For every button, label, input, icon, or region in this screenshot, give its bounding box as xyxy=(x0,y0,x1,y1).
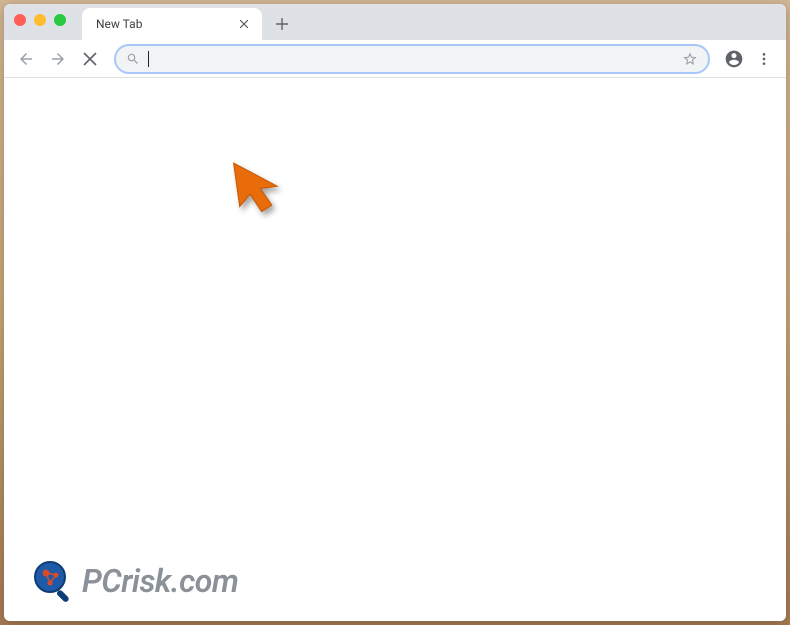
address-bar[interactable] xyxy=(114,44,710,74)
plus-icon xyxy=(276,18,288,30)
watermark-text: PCrisk.com xyxy=(82,562,238,600)
cursor-pointer-overlay xyxy=(229,156,297,228)
kebab-menu-icon xyxy=(756,51,772,67)
close-icon xyxy=(240,20,248,28)
toolbar-right xyxy=(720,45,778,73)
cursor-arrow-icon xyxy=(229,156,297,224)
tab-strip: New Tab xyxy=(4,4,786,40)
tab-title: New Tab xyxy=(96,17,142,31)
window-controls xyxy=(14,14,66,26)
text-cursor xyxy=(148,51,149,67)
window-maximize-button[interactable] xyxy=(54,14,66,26)
browser-tab[interactable]: New Tab xyxy=(82,8,262,40)
bookmark-star-icon[interactable] xyxy=(682,51,698,67)
nav-forward-button[interactable] xyxy=(44,45,72,73)
watermark-logo xyxy=(32,559,76,603)
arrow-right-icon xyxy=(49,50,67,68)
magnifier-logo-icon xyxy=(32,559,76,603)
address-input[interactable] xyxy=(157,51,674,67)
search-icon xyxy=(126,52,140,66)
window-minimize-button[interactable] xyxy=(34,14,46,26)
tab-close-button[interactable] xyxy=(236,16,252,32)
window-close-button[interactable] xyxy=(14,14,26,26)
new-tab-button[interactable] xyxy=(268,10,296,38)
nav-stop-button[interactable] xyxy=(76,45,104,73)
profile-button[interactable] xyxy=(720,45,748,73)
nav-back-button[interactable] xyxy=(12,45,40,73)
page-content: PCrisk.com xyxy=(4,78,786,621)
browser-toolbar xyxy=(4,40,786,78)
arrow-left-icon xyxy=(17,50,35,68)
close-icon xyxy=(83,52,97,66)
watermark: PCrisk.com xyxy=(32,559,238,603)
browser-window: New Tab xyxy=(4,4,786,621)
person-icon xyxy=(724,49,744,69)
browser-menu-button[interactable] xyxy=(750,45,778,73)
